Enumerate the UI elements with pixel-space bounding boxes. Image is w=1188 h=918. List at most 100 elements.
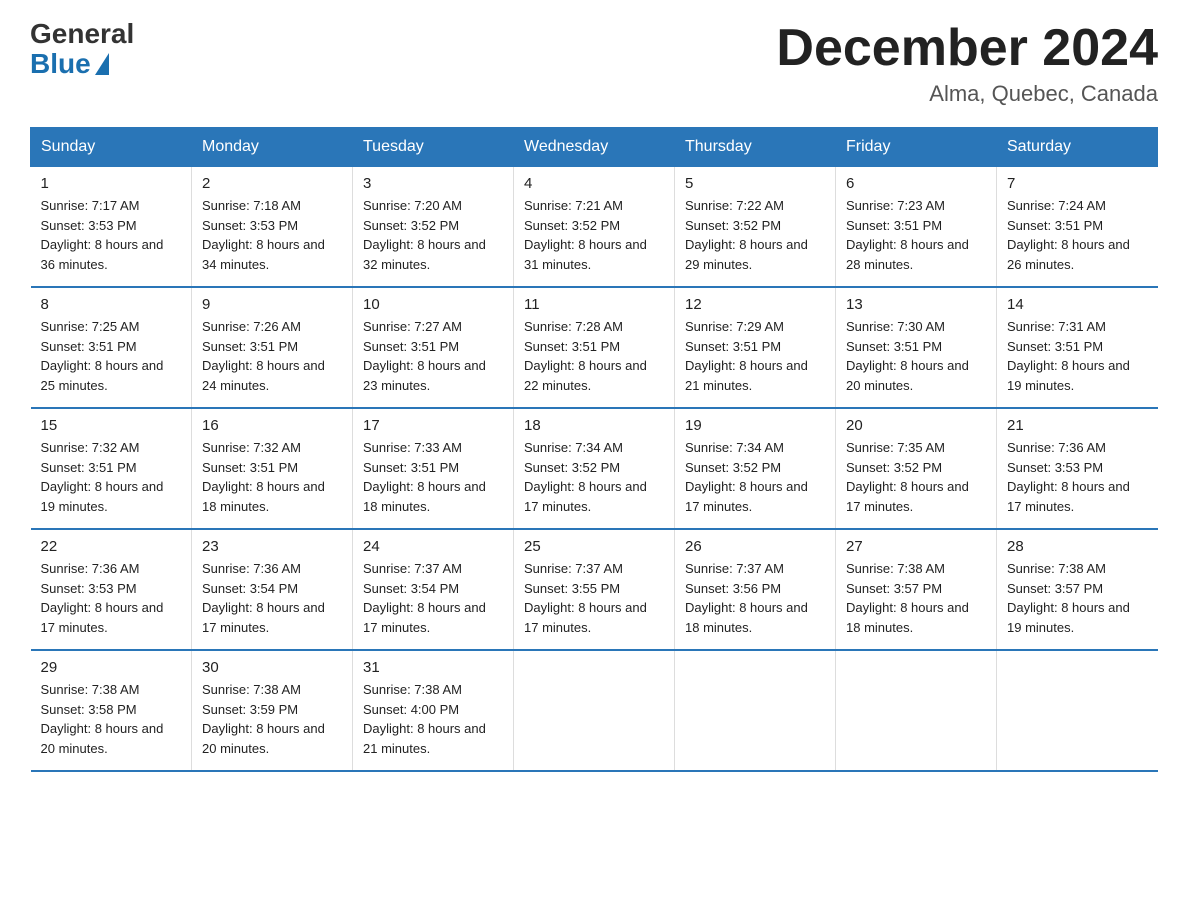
logo-triangle-icon xyxy=(95,53,109,75)
day-info: Sunrise: 7:28 AMSunset: 3:51 PMDaylight:… xyxy=(524,317,664,395)
table-row: 13 Sunrise: 7:30 AMSunset: 3:51 PMDaylig… xyxy=(836,287,997,408)
table-row: 14 Sunrise: 7:31 AMSunset: 3:51 PMDaylig… xyxy=(997,287,1158,408)
day-info: Sunrise: 7:34 AMSunset: 3:52 PMDaylight:… xyxy=(685,438,825,516)
logo: General Blue xyxy=(30,20,134,80)
table-row xyxy=(997,650,1158,771)
day-number: 21 xyxy=(1007,417,1148,434)
day-number: 20 xyxy=(846,417,986,434)
day-number: 31 xyxy=(363,659,503,676)
day-number: 19 xyxy=(685,417,825,434)
day-info: Sunrise: 7:23 AMSunset: 3:51 PMDaylight:… xyxy=(846,196,986,274)
table-row xyxy=(675,650,836,771)
day-number: 7 xyxy=(1007,175,1148,192)
table-row: 11 Sunrise: 7:28 AMSunset: 3:51 PMDaylig… xyxy=(514,287,675,408)
table-row: 3 Sunrise: 7:20 AMSunset: 3:52 PMDayligh… xyxy=(353,167,514,288)
table-row: 19 Sunrise: 7:34 AMSunset: 3:52 PMDaylig… xyxy=(675,408,836,529)
calendar-week-row: 1 Sunrise: 7:17 AMSunset: 3:53 PMDayligh… xyxy=(31,167,1158,288)
col-tuesday: Tuesday xyxy=(353,128,514,167)
table-row: 18 Sunrise: 7:34 AMSunset: 3:52 PMDaylig… xyxy=(514,408,675,529)
day-info: Sunrise: 7:34 AMSunset: 3:52 PMDaylight:… xyxy=(524,438,664,516)
table-row: 4 Sunrise: 7:21 AMSunset: 3:52 PMDayligh… xyxy=(514,167,675,288)
day-info: Sunrise: 7:35 AMSunset: 3:52 PMDaylight:… xyxy=(846,438,986,516)
day-info: Sunrise: 7:17 AMSunset: 3:53 PMDaylight:… xyxy=(41,196,182,274)
col-wednesday: Wednesday xyxy=(514,128,675,167)
table-row: 7 Sunrise: 7:24 AMSunset: 3:51 PMDayligh… xyxy=(997,167,1158,288)
table-row: 28 Sunrise: 7:38 AMSunset: 3:57 PMDaylig… xyxy=(997,529,1158,650)
table-row: 27 Sunrise: 7:38 AMSunset: 3:57 PMDaylig… xyxy=(836,529,997,650)
table-row: 9 Sunrise: 7:26 AMSunset: 3:51 PMDayligh… xyxy=(192,287,353,408)
day-info: Sunrise: 7:31 AMSunset: 3:51 PMDaylight:… xyxy=(1007,317,1148,395)
day-info: Sunrise: 7:33 AMSunset: 3:51 PMDaylight:… xyxy=(363,438,503,516)
day-number: 3 xyxy=(363,175,503,192)
page-header: General Blue December 2024 Alma, Quebec,… xyxy=(30,20,1158,107)
table-row: 26 Sunrise: 7:37 AMSunset: 3:56 PMDaylig… xyxy=(675,529,836,650)
day-number: 2 xyxy=(202,175,342,192)
day-number: 27 xyxy=(846,538,986,555)
day-number: 8 xyxy=(41,296,182,313)
day-info: Sunrise: 7:25 AMSunset: 3:51 PMDaylight:… xyxy=(41,317,182,395)
day-number: 28 xyxy=(1007,538,1148,555)
table-row: 15 Sunrise: 7:32 AMSunset: 3:51 PMDaylig… xyxy=(31,408,192,529)
table-row: 23 Sunrise: 7:36 AMSunset: 3:54 PMDaylig… xyxy=(192,529,353,650)
table-row: 17 Sunrise: 7:33 AMSunset: 3:51 PMDaylig… xyxy=(353,408,514,529)
day-number: 14 xyxy=(1007,296,1148,313)
day-info: Sunrise: 7:38 AMSunset: 4:00 PMDaylight:… xyxy=(363,680,503,758)
day-info: Sunrise: 7:37 AMSunset: 3:54 PMDaylight:… xyxy=(363,559,503,637)
col-friday: Friday xyxy=(836,128,997,167)
day-info: Sunrise: 7:26 AMSunset: 3:51 PMDaylight:… xyxy=(202,317,342,395)
day-number: 16 xyxy=(202,417,342,434)
day-info: Sunrise: 7:36 AMSunset: 3:53 PMDaylight:… xyxy=(41,559,182,637)
day-number: 10 xyxy=(363,296,503,313)
table-row: 8 Sunrise: 7:25 AMSunset: 3:51 PMDayligh… xyxy=(31,287,192,408)
col-thursday: Thursday xyxy=(675,128,836,167)
day-number: 23 xyxy=(202,538,342,555)
calendar-week-row: 22 Sunrise: 7:36 AMSunset: 3:53 PMDaylig… xyxy=(31,529,1158,650)
day-number: 24 xyxy=(363,538,503,555)
day-info: Sunrise: 7:32 AMSunset: 3:51 PMDaylight:… xyxy=(202,438,342,516)
table-row: 24 Sunrise: 7:37 AMSunset: 3:54 PMDaylig… xyxy=(353,529,514,650)
calendar-week-row: 29 Sunrise: 7:38 AMSunset: 3:58 PMDaylig… xyxy=(31,650,1158,771)
day-number: 22 xyxy=(41,538,182,555)
table-row: 2 Sunrise: 7:18 AMSunset: 3:53 PMDayligh… xyxy=(192,167,353,288)
table-row: 20 Sunrise: 7:35 AMSunset: 3:52 PMDaylig… xyxy=(836,408,997,529)
table-row: 25 Sunrise: 7:37 AMSunset: 3:55 PMDaylig… xyxy=(514,529,675,650)
table-row: 10 Sunrise: 7:27 AMSunset: 3:51 PMDaylig… xyxy=(353,287,514,408)
day-number: 30 xyxy=(202,659,342,676)
day-info: Sunrise: 7:29 AMSunset: 3:51 PMDaylight:… xyxy=(685,317,825,395)
day-info: Sunrise: 7:37 AMSunset: 3:56 PMDaylight:… xyxy=(685,559,825,637)
title-block: December 2024 Alma, Quebec, Canada xyxy=(776,20,1158,107)
table-row: 22 Sunrise: 7:36 AMSunset: 3:53 PMDaylig… xyxy=(31,529,192,650)
day-number: 11 xyxy=(524,296,664,313)
calendar-header-row: Sunday Monday Tuesday Wednesday Thursday… xyxy=(31,128,1158,167)
day-info: Sunrise: 7:36 AMSunset: 3:54 PMDaylight:… xyxy=(202,559,342,637)
day-number: 5 xyxy=(685,175,825,192)
day-info: Sunrise: 7:38 AMSunset: 3:57 PMDaylight:… xyxy=(1007,559,1148,637)
calendar-week-row: 8 Sunrise: 7:25 AMSunset: 3:51 PMDayligh… xyxy=(31,287,1158,408)
calendar-week-row: 15 Sunrise: 7:32 AMSunset: 3:51 PMDaylig… xyxy=(31,408,1158,529)
logo-blue-text: Blue xyxy=(30,48,109,80)
day-info: Sunrise: 7:38 AMSunset: 3:57 PMDaylight:… xyxy=(846,559,986,637)
day-info: Sunrise: 7:22 AMSunset: 3:52 PMDaylight:… xyxy=(685,196,825,274)
day-info: Sunrise: 7:27 AMSunset: 3:51 PMDaylight:… xyxy=(363,317,503,395)
day-number: 1 xyxy=(41,175,182,192)
day-number: 15 xyxy=(41,417,182,434)
day-number: 17 xyxy=(363,417,503,434)
day-info: Sunrise: 7:38 AMSunset: 3:59 PMDaylight:… xyxy=(202,680,342,758)
col-saturday: Saturday xyxy=(997,128,1158,167)
day-info: Sunrise: 7:18 AMSunset: 3:53 PMDaylight:… xyxy=(202,196,342,274)
day-info: Sunrise: 7:36 AMSunset: 3:53 PMDaylight:… xyxy=(1007,438,1148,516)
day-info: Sunrise: 7:37 AMSunset: 3:55 PMDaylight:… xyxy=(524,559,664,637)
day-number: 13 xyxy=(846,296,986,313)
day-number: 6 xyxy=(846,175,986,192)
day-info: Sunrise: 7:21 AMSunset: 3:52 PMDaylight:… xyxy=(524,196,664,274)
table-row: 6 Sunrise: 7:23 AMSunset: 3:51 PMDayligh… xyxy=(836,167,997,288)
logo-general-text: General xyxy=(30,20,134,48)
table-row: 31 Sunrise: 7:38 AMSunset: 4:00 PMDaylig… xyxy=(353,650,514,771)
col-monday: Monday xyxy=(192,128,353,167)
day-number: 26 xyxy=(685,538,825,555)
day-number: 4 xyxy=(524,175,664,192)
day-info: Sunrise: 7:24 AMSunset: 3:51 PMDaylight:… xyxy=(1007,196,1148,274)
page-subtitle: Alma, Quebec, Canada xyxy=(776,81,1158,107)
day-info: Sunrise: 7:32 AMSunset: 3:51 PMDaylight:… xyxy=(41,438,182,516)
table-row: 16 Sunrise: 7:32 AMSunset: 3:51 PMDaylig… xyxy=(192,408,353,529)
